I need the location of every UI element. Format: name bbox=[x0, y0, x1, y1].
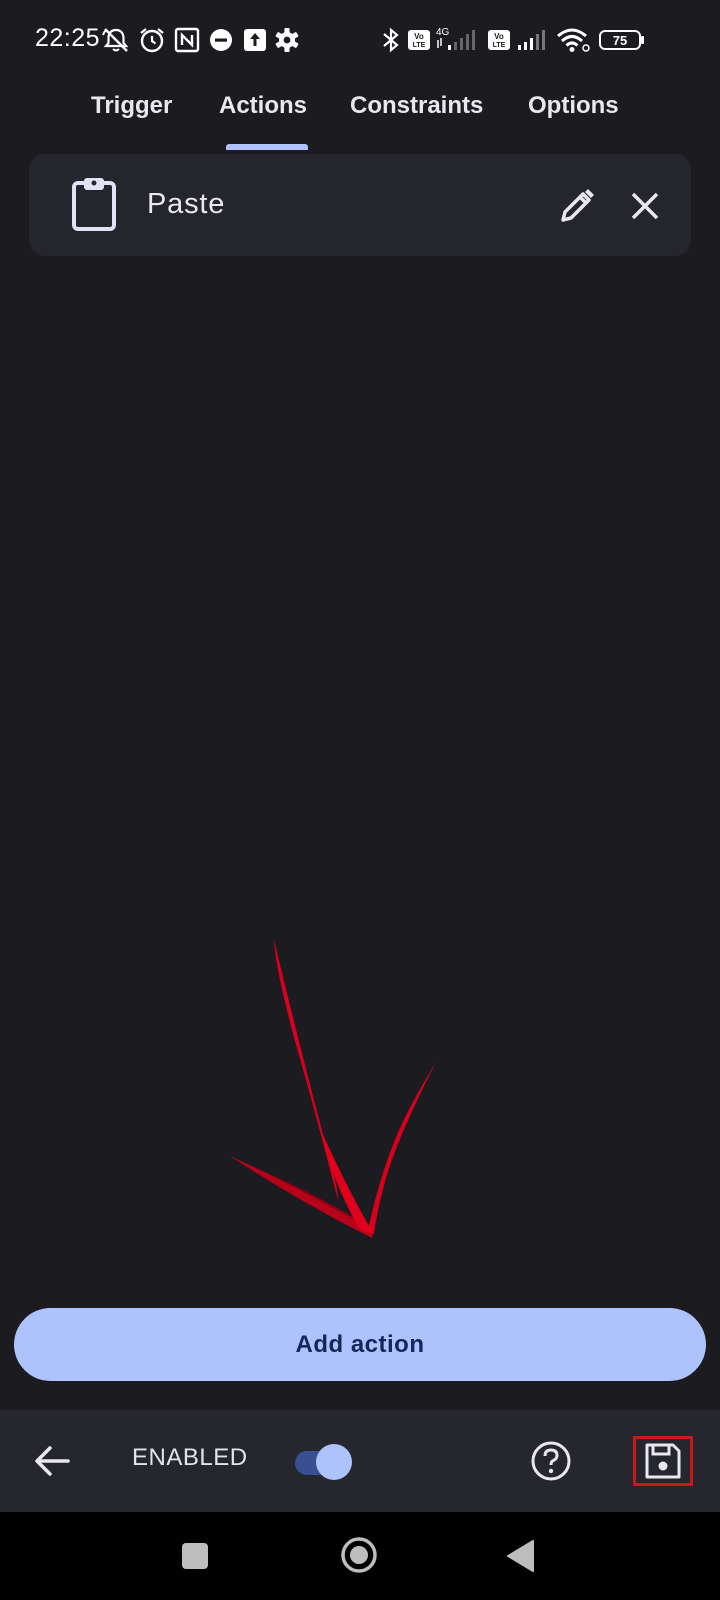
clipboard-icon bbox=[72, 178, 116, 231]
tab-trigger[interactable]: Trigger bbox=[91, 82, 172, 150]
alarm-off-icon bbox=[102, 28, 129, 52]
system-nav-bar bbox=[0, 1512, 720, 1600]
volte-icon: Vo LTE bbox=[408, 30, 430, 50]
svg-text:LTE: LTE bbox=[413, 42, 426, 49]
home-circle-icon[interactable] bbox=[340, 1536, 378, 1574]
tab-constraints[interactable]: Constraints bbox=[350, 82, 483, 150]
svg-text:Vo: Vo bbox=[414, 32, 424, 41]
alarm-clock-icon bbox=[140, 28, 164, 53]
arrow-left-icon[interactable] bbox=[30, 1438, 76, 1484]
wifi-icon bbox=[557, 28, 590, 52]
nfc-icon bbox=[174, 27, 200, 53]
tab-options[interactable]: Options bbox=[528, 82, 619, 150]
tab-bar: Trigger Actions Constraints Options bbox=[0, 82, 720, 150]
svg-text:75: 75 bbox=[613, 33, 627, 48]
action-label: Paste bbox=[147, 188, 226, 220]
enabled-label: ENABLED bbox=[132, 1444, 248, 1471]
circle-minus-icon bbox=[210, 29, 232, 51]
signal-icon bbox=[518, 30, 545, 50]
tab-actions[interactable]: Actions bbox=[219, 82, 307, 150]
recents-square-icon[interactable] bbox=[181, 1542, 209, 1570]
svg-text:4G: 4G bbox=[436, 27, 450, 38]
battery-icon: 75 bbox=[599, 30, 644, 50]
add-action-button[interactable]: Add action bbox=[14, 1308, 706, 1381]
status-time: 22:25 bbox=[35, 24, 101, 52]
help-circle-icon[interactable] bbox=[530, 1440, 572, 1482]
red-arrow-icon bbox=[230, 940, 436, 1238]
volte-icon: Vo LTE bbox=[488, 30, 510, 50]
upload-box-icon bbox=[244, 29, 266, 51]
svg-text:Vo: Vo bbox=[494, 32, 504, 41]
close-icon bbox=[631, 192, 659, 220]
status-right-icons: Vo LTE 4G Vo LTE 75 bbox=[380, 26, 680, 56]
edit-action-button[interactable] bbox=[549, 178, 605, 234]
settings-gear-icon bbox=[275, 28, 299, 52]
toggle-thumb bbox=[316, 1444, 352, 1480]
remove-action-button[interactable] bbox=[617, 178, 673, 234]
svg-text:LTE: LTE bbox=[493, 42, 506, 49]
signal-4g-icon: 4G bbox=[436, 27, 475, 50]
save-button[interactable] bbox=[633, 1436, 693, 1486]
save-floppy-icon bbox=[645, 1443, 681, 1479]
action-item-paste[interactable]: Paste bbox=[29, 154, 691, 256]
tab-indicator bbox=[226, 144, 308, 150]
pencil-icon bbox=[561, 189, 594, 222]
bottom-app-bar: ENABLED bbox=[0, 1410, 720, 1512]
status-bar: 22:25 Vo LTE 4G Vo LTE 75 bbox=[0, 0, 720, 80]
back-triangle-icon[interactable] bbox=[505, 1539, 535, 1573]
enabled-toggle[interactable] bbox=[295, 1444, 355, 1480]
bluetooth-icon bbox=[383, 27, 399, 53]
